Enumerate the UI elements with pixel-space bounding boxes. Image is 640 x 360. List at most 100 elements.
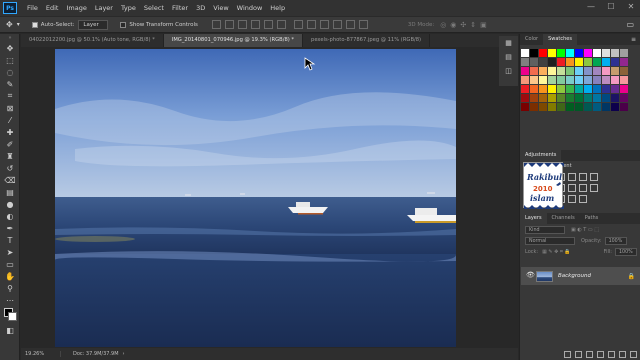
crop-tool-icon[interactable]: ⌗ (0, 90, 20, 102)
eraser-tool-icon[interactable]: ⌫ (0, 174, 20, 186)
align-left-icon[interactable] (250, 20, 260, 29)
path-selection-tool-icon[interactable]: ➤ (0, 246, 20, 258)
pen-tool-icon[interactable]: ✒ (0, 222, 20, 234)
fill-input[interactable]: 100% (615, 247, 637, 256)
swatch-42[interactable] (575, 76, 583, 84)
swatch-34[interactable] (611, 67, 619, 75)
new-group-icon[interactable] (608, 350, 615, 358)
link-layers-icon[interactable] (564, 350, 571, 358)
swatch-1[interactable] (530, 49, 538, 57)
distribute-bottom-icon[interactable] (319, 20, 329, 29)
swatch-59[interactable] (620, 85, 628, 93)
3d-slide-icon[interactable]: ⇕ (470, 21, 476, 29)
background-color-swatch[interactable] (8, 312, 17, 321)
swatch-35[interactable] (620, 67, 628, 75)
swatch-46[interactable] (611, 76, 619, 84)
canvas-area[interactable] (21, 47, 518, 348)
exposure-icon[interactable] (579, 173, 587, 181)
swatch-60[interactable] (521, 94, 529, 102)
swatch-18[interactable] (575, 58, 583, 66)
swatch-6[interactable] (575, 49, 583, 57)
menu-window[interactable]: Window (233, 4, 267, 12)
swatch-22[interactable] (611, 58, 619, 66)
filter-icons[interactable]: ▣ ◐ T ▭ ⬚ (571, 227, 599, 233)
swatch-19[interactable] (584, 58, 592, 66)
swatch-68[interactable] (593, 94, 601, 102)
color-swatches[interactable] (0, 306, 20, 324)
swatch-55[interactable] (584, 85, 592, 93)
swatch-51[interactable] (548, 85, 556, 93)
close-icon[interactable]: ✕ (626, 2, 636, 12)
swatch-41[interactable] (566, 76, 574, 84)
swatch-11[interactable] (620, 49, 628, 57)
swatch-52[interactable] (557, 85, 565, 93)
swatch-69[interactable] (602, 94, 610, 102)
swatch-61[interactable] (530, 94, 538, 102)
transform-controls-checkbox[interactable] (120, 21, 127, 28)
swatch-13[interactable] (530, 58, 538, 66)
swatch-30[interactable] (575, 67, 583, 75)
threshold-icon[interactable] (568, 195, 576, 203)
hand-tool-icon[interactable]: ✋ (0, 270, 20, 282)
swatch-71[interactable] (620, 94, 628, 102)
distribute-vcenter-icon[interactable] (306, 20, 316, 29)
menu-type[interactable]: Type (117, 4, 140, 12)
lock-icons[interactable]: ▦ ✎ ✥ ⌗ 🔒 (542, 249, 571, 255)
swatch-57[interactable] (602, 85, 610, 93)
swatch-76[interactable] (557, 103, 565, 111)
swatch-53[interactable] (566, 85, 574, 93)
swatch-14[interactable] (539, 58, 547, 66)
swatch-2[interactable] (539, 49, 547, 57)
swatch-8[interactable] (593, 49, 601, 57)
gradient-map-icon[interactable] (579, 195, 587, 203)
swatch-17[interactable] (566, 58, 574, 66)
distribute-top-icon[interactable] (293, 20, 303, 29)
swatch-82[interactable] (611, 103, 619, 111)
tab-adjustments[interactable]: Adjustments (520, 150, 562, 161)
workspace-icon[interactable]: ▭ (626, 20, 634, 29)
new-adjustment-icon[interactable] (597, 350, 604, 358)
swatch-24[interactable] (521, 67, 529, 75)
swatch-72[interactable] (521, 103, 529, 111)
black-white-icon[interactable] (568, 184, 576, 192)
dodge-tool-icon[interactable]: ◐ (0, 210, 20, 222)
lasso-tool-icon[interactable]: ◌ (0, 66, 20, 78)
tab-document-2[interactable]: IMG_20140801_070946.jpg @ 19.3% (RGB/8) … (163, 34, 304, 47)
delete-layer-icon[interactable] (630, 350, 637, 358)
visibility-eye-icon[interactable]: 👁 (526, 271, 535, 279)
add-mask-icon[interactable] (586, 350, 593, 358)
align-bottom-icon[interactable] (237, 20, 247, 29)
tab-layers[interactable]: Layers (520, 213, 547, 224)
swatch-83[interactable] (620, 103, 628, 111)
swatch-33[interactable] (602, 67, 610, 75)
menu-file[interactable]: File (23, 4, 42, 12)
healing-brush-tool-icon[interactable]: ✚ (0, 126, 20, 138)
swatch-74[interactable] (539, 103, 547, 111)
frame-tool-icon[interactable]: ⊠ (0, 102, 20, 114)
more-tools-icon[interactable]: ⋯ (0, 294, 20, 306)
swatch-3[interactable] (548, 49, 556, 57)
swatch-39[interactable] (548, 76, 556, 84)
menu-image[interactable]: Image (62, 4, 90, 12)
3d-pan-icon[interactable]: ✣ (460, 21, 466, 29)
swatch-45[interactable] (602, 76, 610, 84)
swatch-79[interactable] (584, 103, 592, 111)
rectangle-tool-icon[interactable]: ▭ (0, 258, 20, 270)
swatch-36[interactable] (521, 76, 529, 84)
photo-filter-icon[interactable] (579, 184, 587, 192)
history-panel-icon[interactable]: ▦ (499, 36, 518, 50)
auto-select-checkbox[interactable] (31, 21, 38, 28)
properties-panel-icon[interactable]: ▤ (499, 50, 518, 64)
swatch-73[interactable] (530, 103, 538, 111)
distribute-hcenter-icon[interactable] (345, 20, 355, 29)
swatch-31[interactable] (584, 67, 592, 75)
transform-controls-option[interactable]: Show Transform Controls (120, 21, 198, 28)
blur-tool-icon[interactable]: ● (0, 198, 20, 210)
swatch-56[interactable] (593, 85, 601, 93)
document-image[interactable] (55, 49, 456, 347)
swatch-4[interactable] (557, 49, 565, 57)
history-brush-tool-icon[interactable]: ↺ (0, 162, 20, 174)
swatch-38[interactable] (539, 76, 547, 84)
auto-select-target-dropdown[interactable]: Layer (78, 19, 109, 30)
swatch-50[interactable] (539, 85, 547, 93)
